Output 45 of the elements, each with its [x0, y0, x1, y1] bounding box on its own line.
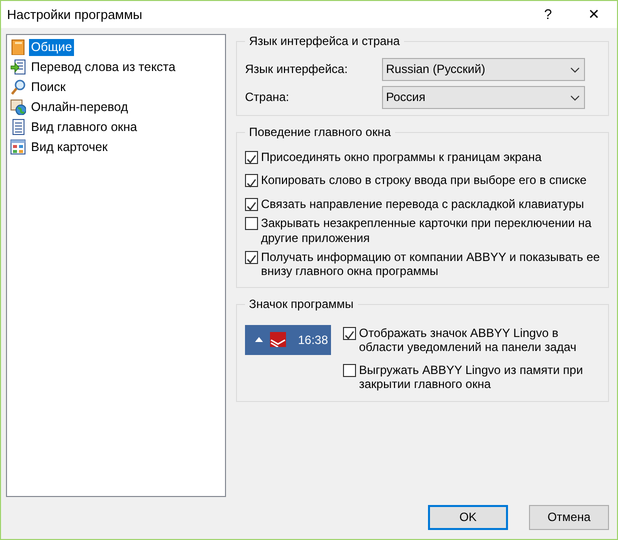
cancel-button[interactable]: Отмена: [529, 505, 609, 530]
dropdown[interactable]: Россия: [382, 86, 585, 109]
tree-item[interactable]: Онлайн-перевод: [29, 98, 130, 116]
checkbox-label: Выгружать ABBYY Lingvo из памяти при закрытии главного окна: [359, 362, 584, 392]
checkbox-label: Присоединять окно программы к границам экрана: [261, 150, 542, 164]
checkbox[interactable]: [343, 364, 356, 377]
lingvo-icon: [270, 332, 286, 348]
checkbox-label: Закрывать незакрепленные карточки при переключении на другие приложения: [261, 216, 592, 245]
group-title: Поведение главного окна: [245, 125, 395, 140]
window-tiles-icon: [10, 139, 26, 155]
chevron-icon: [570, 66, 580, 72]
checkbox[interactable]: [245, 198, 258, 211]
search-icon: [10, 79, 26, 95]
checkbox[interactable]: [245, 250, 258, 264]
checkbox[interactable]: [245, 217, 258, 230]
dropdown-value: Россия: [386, 90, 426, 105]
tree-item[interactable]: Поиск: [29, 78, 68, 96]
ok-button[interactable]: OK: [428, 505, 508, 530]
checkbox-label: Копировать слово в строку ввода при выборе его в списке: [261, 173, 587, 188]
dropdown[interactable]: Russian (Русский): [382, 58, 585, 81]
group-title: Значок программы: [245, 296, 358, 312]
checkbox[interactable]: [245, 174, 258, 188]
close-button[interactable]: ✕: [571, 1, 617, 28]
dropdown-value: Russian (Русский): [386, 62, 486, 77]
tree-item[interactable]: Вид карточек: [29, 138, 110, 156]
checkbox-label: Получать информацию от компании ABBYY и показывать ее внизу главного окна программы: [261, 250, 600, 279]
chevron-icon: [570, 94, 580, 100]
field-label: Страна:: [245, 90, 290, 105]
tray-time: 16:38: [298, 332, 328, 347]
tree-item[interactable]: Вид главного окна: [29, 118, 140, 136]
window-title: Настройки программы: [7, 6, 144, 22]
checkbox-label: Связать направление перевода с раскладкой клавиатуры: [261, 196, 584, 212]
up-arrow-icon: [255, 337, 263, 342]
book-icon: [10, 39, 26, 55]
document-icon: [10, 119, 26, 135]
checkbox[interactable]: [245, 151, 258, 164]
help-button[interactable]: ?: [525, 1, 571, 28]
field-label: Язык интерфейса:: [245, 62, 349, 77]
checkbox-label: Отображать значок ABBYY Lingvo в области уведомлений на панели задач: [359, 326, 578, 355]
document-arrow-icon: [10, 59, 26, 75]
globe-book-icon: [10, 99, 26, 115]
group-title: Язык интерфейса и страна: [245, 34, 404, 48]
checkbox[interactable]: [343, 326, 356, 340]
tree-item[interactable]: Перевод слова из текста: [29, 58, 178, 76]
tree-item[interactable]: Общие: [29, 38, 74, 56]
